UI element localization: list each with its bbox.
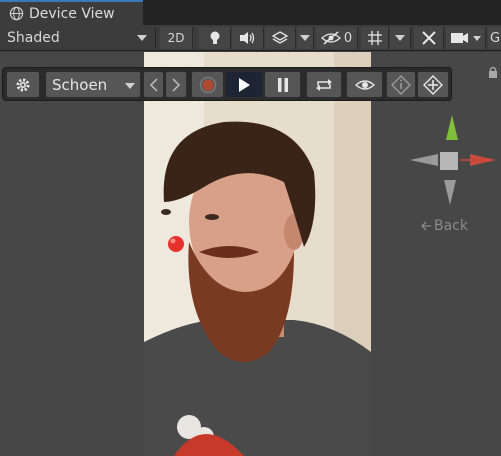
tools-button[interactable] <box>414 27 444 49</box>
chevron-left-icon <box>149 77 158 92</box>
hidden-count: 0 <box>343 30 353 46</box>
move-icon <box>423 74 443 95</box>
chevron-right-icon <box>172 77 181 92</box>
toolbar-divider <box>155 28 156 48</box>
toggle-2d-label: 2D <box>167 31 185 45</box>
back-arrow-icon <box>421 221 431 231</box>
back-label-text: Back <box>434 218 468 234</box>
scene-select-dropdown[interactable]: Schoen <box>45 71 141 98</box>
grid-toggle-button[interactable] <box>361 27 389 49</box>
info-icon <box>391 74 411 95</box>
pause-icon <box>277 77 288 92</box>
grid-icon <box>367 31 382 45</box>
chevron-down-icon <box>395 35 405 41</box>
shading-mode-label: Shaded <box>7 30 60 46</box>
grid-dropdown-button[interactable] <box>390 27 411 49</box>
tab-label: Device View <box>29 5 115 22</box>
gizmo-back-label[interactable]: Back <box>420 218 468 234</box>
scene-toolbar: Shaded 2D 0 G <box>0 25 501 51</box>
camera-icon <box>451 33 468 43</box>
info-button[interactable] <box>386 71 416 98</box>
settings-button[interactable] <box>6 71 40 98</box>
orientation-gizmo[interactable] <box>400 110 501 220</box>
gizmos-button[interactable]: G <box>488 27 501 49</box>
globe-icon <box>9 6 24 21</box>
record-button[interactable] <box>191 71 224 98</box>
chevron-down-icon <box>300 35 310 41</box>
gear-icon <box>16 78 30 91</box>
scene-visibility-button[interactable]: 0 <box>316 27 358 49</box>
gizmos-label: G <box>490 30 501 46</box>
tab-device-view[interactable]: Device View <box>0 0 143 25</box>
scene-viewport[interactable]: Schoen Back <box>0 52 501 456</box>
window-tab-bar: Device View <box>0 0 501 25</box>
tools-icon <box>421 31 436 45</box>
move-tool-button[interactable] <box>417 71 449 98</box>
loop-icon <box>316 78 332 91</box>
toggle-2d-button[interactable]: 2D <box>160 27 193 49</box>
chevron-down-icon <box>125 83 135 89</box>
layers-icon <box>271 31 289 44</box>
record-icon <box>199 76 216 93</box>
effects-toggle-button[interactable] <box>265 27 296 49</box>
loop-button[interactable] <box>306 71 342 98</box>
lock-icon[interactable] <box>488 66 498 78</box>
next-button[interactable] <box>165 71 187 98</box>
camera-feed-image <box>144 52 371 456</box>
lightbulb-icon <box>210 31 219 44</box>
shading-mode-dropdown[interactable]: Shaded <box>0 25 153 51</box>
visibility-button[interactable] <box>346 71 383 98</box>
eye-icon <box>354 79 375 90</box>
lighting-toggle-button[interactable] <box>199 27 231 49</box>
play-icon <box>239 77 250 92</box>
chevron-down-icon <box>137 35 147 41</box>
previous-button[interactable] <box>143 71 164 98</box>
pause-button[interactable] <box>264 71 301 98</box>
effects-dropdown-button[interactable] <box>297 27 314 49</box>
visibility-off-icon <box>320 31 341 45</box>
speaker-icon <box>239 32 254 44</box>
camera-settings-button[interactable] <box>446 27 486 49</box>
playback-overlay-toolbar: Schoen <box>2 67 452 101</box>
play-button[interactable] <box>225 71 263 98</box>
scene-name: Schoen <box>52 75 108 94</box>
audio-toggle-button[interactable] <box>232 27 264 49</box>
chevron-down-icon <box>473 35 481 41</box>
